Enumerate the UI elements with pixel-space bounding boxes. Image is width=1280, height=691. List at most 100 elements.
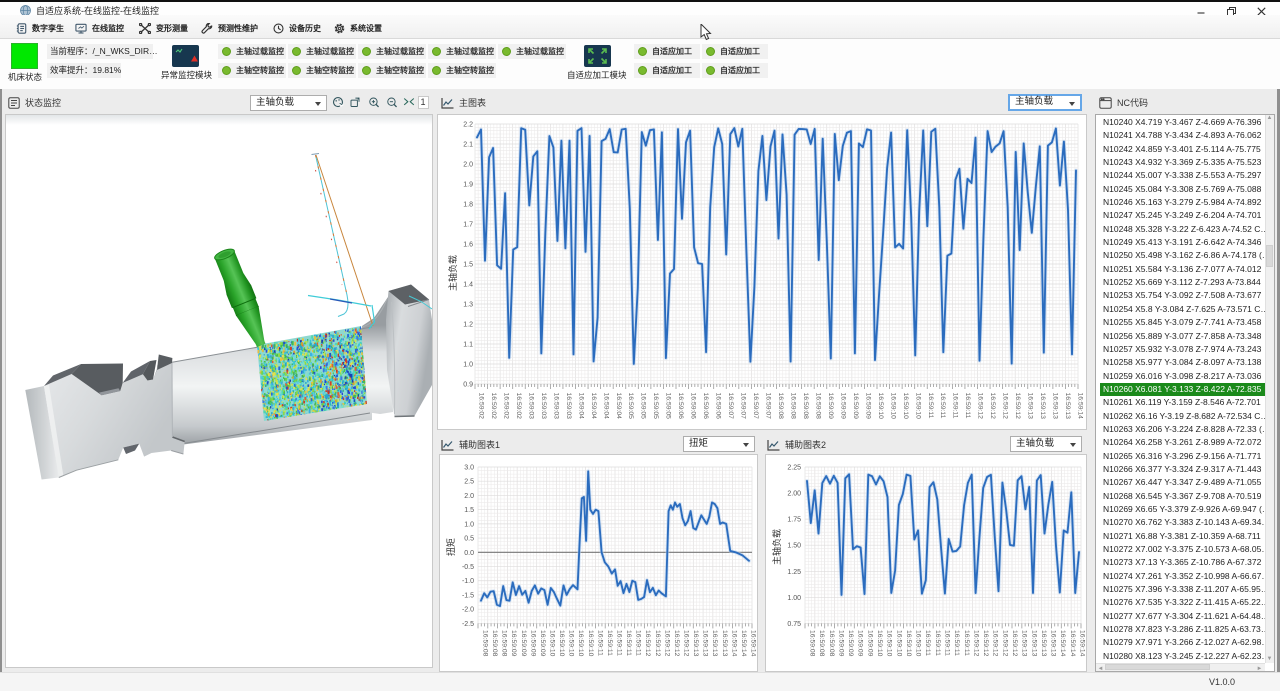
svg-text:16:59:08: 16:59:08 — [818, 630, 825, 657]
svg-text:2.25: 2.25 — [787, 465, 801, 472]
svg-text:16:59:08: 16:59:08 — [790, 393, 797, 420]
svg-text:16:59:10: 16:59:10 — [876, 630, 883, 657]
svg-text:16:59:13: 16:59:13 — [1040, 630, 1047, 657]
svg-text:16:59:03: 16:59:03 — [552, 393, 559, 420]
svg-text:16:59:12: 16:59:12 — [1014, 393, 1021, 420]
svg-text:16:59:02: 16:59:02 — [478, 393, 485, 420]
svg-text:16:59:11: 16:59:11 — [927, 393, 934, 419]
svg-text:16:59:09: 16:59:09 — [539, 630, 546, 657]
svg-text:1.25: 1.25 — [787, 569, 801, 576]
svg-text:2.5: 2.5 — [464, 479, 474, 486]
svg-text:16:59:08: 16:59:08 — [777, 393, 784, 420]
svg-text:1.9: 1.9 — [463, 182, 473, 189]
svg-text:16:59:11: 16:59:11 — [953, 630, 960, 656]
svg-text:0.5: 0.5 — [464, 536, 474, 543]
svg-text:16:59:03: 16:59:03 — [540, 393, 547, 420]
svg-text:16:59:12: 16:59:12 — [1002, 393, 1009, 420]
svg-text:16:59:09: 16:59:09 — [839, 393, 846, 420]
svg-text:16:59:12: 16:59:12 — [992, 630, 999, 657]
svg-text:16:59:14: 16:59:14 — [1069, 630, 1076, 657]
svg-text:扭矩: 扭矩 — [445, 538, 456, 556]
svg-text:16:59:10: 16:59:10 — [915, 630, 922, 657]
svg-text:-1.0: -1.0 — [462, 578, 474, 585]
svg-text:16:59:12: 16:59:12 — [683, 630, 690, 657]
svg-text:16:59:09: 16:59:09 — [827, 393, 834, 420]
svg-text:16:59:13: 16:59:13 — [702, 630, 709, 657]
svg-text:1.00: 1.00 — [787, 595, 801, 602]
svg-text:0.75: 0.75 — [787, 621, 801, 628]
svg-text:16:59:14: 16:59:14 — [1059, 630, 1066, 657]
svg-text:2.1: 2.1 — [463, 142, 473, 149]
svg-text:16:59:10: 16:59:10 — [558, 630, 565, 657]
svg-text:主轴负载: 主轴负载 — [771, 529, 782, 565]
svg-text:16:59:12: 16:59:12 — [972, 630, 979, 657]
svg-text:16:59:12: 16:59:12 — [654, 630, 661, 657]
svg-text:16:59:05: 16:59:05 — [640, 393, 647, 420]
svg-text:16:59:13: 16:59:13 — [1050, 630, 1057, 657]
svg-text:16:59:10: 16:59:10 — [902, 393, 909, 420]
svg-text:16:59:04: 16:59:04 — [615, 393, 622, 420]
svg-text:3.0: 3.0 — [464, 465, 474, 472]
svg-text:16:59:05: 16:59:05 — [652, 393, 659, 420]
svg-text:16:59:13: 16:59:13 — [1027, 393, 1034, 420]
svg-text:-2.0: -2.0 — [462, 607, 474, 614]
svg-text:1.8: 1.8 — [463, 202, 473, 209]
svg-text:16:59:11: 16:59:11 — [616, 630, 623, 656]
svg-text:16:59:11: 16:59:11 — [635, 630, 642, 656]
svg-text:16:59:03: 16:59:03 — [527, 393, 534, 420]
svg-text:16:59:11: 16:59:11 — [952, 393, 959, 419]
svg-text:16:59:11: 16:59:11 — [625, 630, 632, 656]
svg-text:1.4: 1.4 — [463, 282, 473, 289]
svg-text:16:59:08: 16:59:08 — [482, 630, 489, 657]
svg-text:16:59:09: 16:59:09 — [529, 630, 536, 657]
svg-text:16:59:09: 16:59:09 — [864, 393, 871, 420]
svg-text:16:59:14: 16:59:14 — [750, 630, 757, 657]
svg-text:16:59:06: 16:59:06 — [715, 393, 722, 420]
svg-text:1.7: 1.7 — [463, 222, 473, 229]
svg-text:16:59:05: 16:59:05 — [627, 393, 634, 420]
svg-text:0.9: 0.9 — [463, 382, 473, 389]
svg-text:16:59:09: 16:59:09 — [837, 630, 844, 657]
svg-text:2.2: 2.2 — [463, 122, 473, 129]
svg-text:16:59:13: 16:59:13 — [721, 630, 728, 657]
svg-text:16:59:14: 16:59:14 — [740, 630, 747, 657]
svg-text:1.75: 1.75 — [787, 517, 801, 524]
svg-text:16:59:11: 16:59:11 — [963, 630, 970, 656]
svg-text:2.0: 2.0 — [463, 162, 473, 169]
svg-text:16:59:03: 16:59:03 — [565, 393, 572, 420]
svg-text:0.0: 0.0 — [464, 550, 474, 557]
svg-text:1.5: 1.5 — [463, 262, 473, 269]
svg-text:16:59:08: 16:59:08 — [828, 630, 835, 657]
svg-text:16:59:07: 16:59:07 — [765, 393, 772, 420]
svg-text:16:59:02: 16:59:02 — [515, 393, 522, 420]
svg-text:16:59:06: 16:59:06 — [677, 393, 684, 420]
svg-text:16:59:08: 16:59:08 — [501, 630, 508, 657]
svg-text:16:59:04: 16:59:04 — [602, 393, 609, 420]
svg-text:16:59:10: 16:59:10 — [587, 630, 594, 657]
svg-text:16:59:11: 16:59:11 — [944, 630, 951, 656]
svg-text:1.0: 1.0 — [464, 521, 474, 528]
svg-text:16:59:10: 16:59:10 — [577, 630, 584, 657]
svg-text:16:59:02: 16:59:02 — [503, 393, 510, 420]
svg-text:16:59:14: 16:59:14 — [730, 630, 737, 657]
svg-text:16:59:14: 16:59:14 — [1079, 630, 1086, 657]
svg-text:16:59:09: 16:59:09 — [847, 630, 854, 657]
svg-text:16:59:14: 16:59:14 — [1077, 393, 1084, 420]
svg-text:16:59:06: 16:59:06 — [702, 393, 709, 420]
svg-text:16:59:09: 16:59:09 — [852, 393, 859, 420]
svg-text:16:59:12: 16:59:12 — [673, 630, 680, 657]
svg-text:16:59:10: 16:59:10 — [877, 393, 884, 420]
svg-text:16:59:11: 16:59:11 — [939, 393, 946, 419]
svg-text:1.6: 1.6 — [463, 242, 473, 249]
svg-text:主轴负载: 主轴负载 — [447, 255, 458, 291]
svg-text:16:59:10: 16:59:10 — [905, 630, 912, 657]
svg-text:16:59:10: 16:59:10 — [549, 630, 556, 657]
svg-text:16:59:12: 16:59:12 — [982, 630, 989, 657]
svg-text:16:59:11: 16:59:11 — [934, 630, 941, 656]
svg-text:1.3: 1.3 — [463, 302, 473, 309]
svg-text:16:59:13: 16:59:13 — [711, 630, 718, 657]
svg-text:-2.5: -2.5 — [462, 621, 474, 628]
svg-text:16:59:10: 16:59:10 — [895, 630, 902, 657]
svg-text:2.00: 2.00 — [787, 491, 801, 498]
svg-text:1.0: 1.0 — [463, 362, 473, 369]
